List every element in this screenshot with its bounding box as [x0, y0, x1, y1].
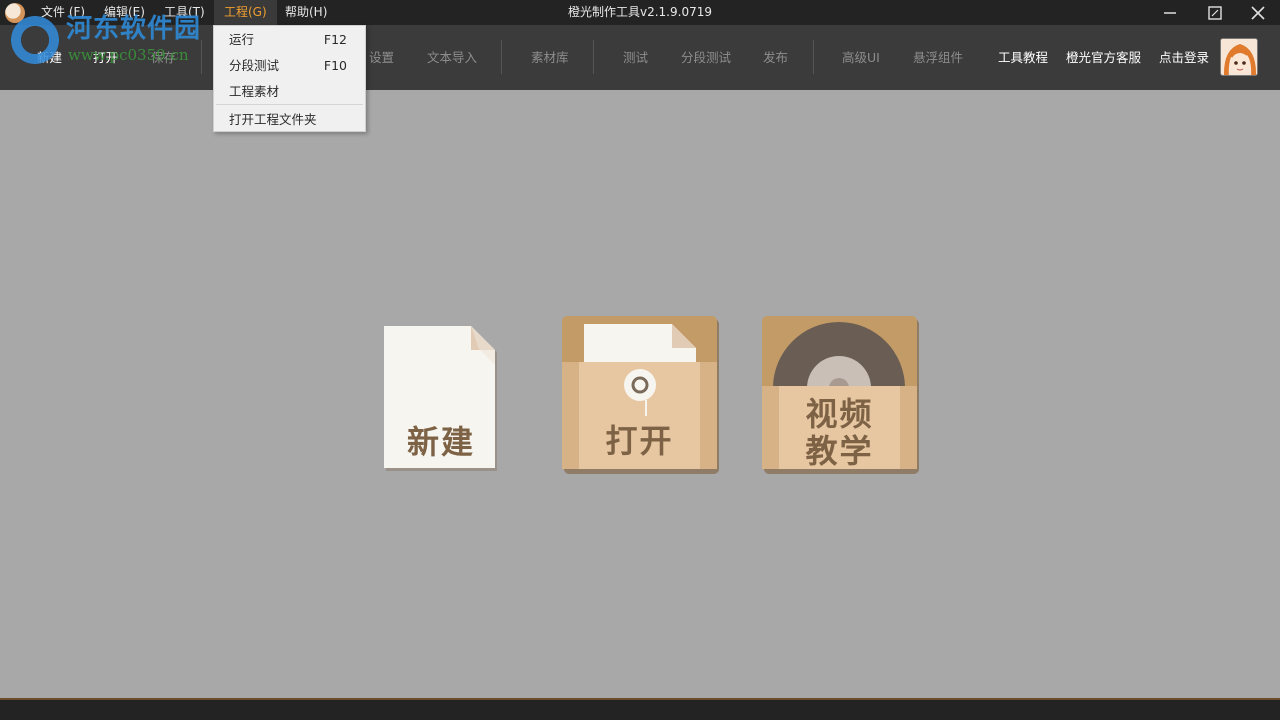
toolbar-settings-button[interactable]: 设置 — [369, 25, 394, 90]
toolbar-divider — [201, 40, 202, 74]
menu-project[interactable]: 工程(G) — [214, 0, 277, 25]
minimize-icon — [1164, 12, 1176, 14]
open-project-label: 打开 — [605, 422, 674, 460]
menu-item-project-assets[interactable]: 工程素材 — [214, 78, 365, 105]
toolbar-floating-widget-button[interactable]: 悬浮组件 — [913, 25, 963, 90]
project-menu-dropdown: 运行 F12 分段测试 F10 工程素材 打开工程文件夹 — [213, 25, 366, 132]
menu-item-shortcut: F10 — [323, 58, 347, 73]
tutorial-link[interactable]: 工具教程 — [998, 25, 1048, 90]
avatar[interactable] — [1220, 38, 1258, 76]
close-icon — [1251, 6, 1265, 20]
toolbar-divider — [593, 40, 594, 74]
new-project-card[interactable]: 新建 — [383, 325, 499, 473]
watermark-text: 河东软件园 — [66, 14, 202, 44]
video-tutorial-label-line2: 教学 — [805, 432, 874, 470]
video-tutorial-card[interactable]: 视频 教学 — [762, 316, 919, 474]
close-button[interactable] — [1236, 0, 1280, 25]
toolbar-asset-library-button[interactable]: 素材库 — [531, 25, 569, 90]
maximize-icon — [1208, 6, 1222, 20]
menu-item-label: 工程素材 — [229, 84, 280, 99]
minimize-button[interactable] — [1148, 0, 1192, 25]
status-bar — [0, 698, 1280, 720]
menu-item-label: 打开工程文件夹 — [229, 112, 317, 127]
toolbar-text-import-button[interactable]: 文本导入 — [427, 25, 477, 90]
customer-service-link[interactable]: 橙光官方客服 — [1066, 25, 1141, 90]
toolbar-test-button[interactable]: 测试 — [623, 25, 648, 90]
watermark-url: www.pc0359.cn — [68, 46, 189, 64]
new-project-label: 新建 — [406, 423, 475, 461]
toolbar-divider — [813, 40, 814, 74]
menu-divider — [216, 104, 363, 105]
menu-item-shortcut: F12 — [323, 32, 347, 47]
open-project-card[interactable]: 打开 — [562, 316, 719, 474]
toolbar-advanced-ui-button[interactable]: 高级UI — [842, 25, 880, 90]
login-link[interactable]: 点击登录 — [1159, 25, 1209, 90]
watermark-logo-icon — [7, 12, 63, 68]
menu-item-segment-test[interactable]: 分段测试 F10 — [214, 52, 365, 79]
menu-item-label: 运行 — [229, 32, 255, 47]
menu-item-label: 分段测试 — [229, 58, 280, 73]
toolbar-divider — [501, 40, 502, 74]
menu-item-run[interactable]: 运行 F12 — [214, 26, 365, 53]
toolbar-segment-test-button[interactable]: 分段测试 — [681, 25, 731, 90]
toolbar-publish-button[interactable]: 发布 — [763, 25, 788, 90]
maximize-button[interactable] — [1193, 0, 1237, 25]
menu-help[interactable]: 帮助(H) — [275, 0, 337, 25]
avatar-icon — [1221, 39, 1257, 75]
menu-item-open-project-folder[interactable]: 打开工程文件夹 — [214, 106, 365, 133]
